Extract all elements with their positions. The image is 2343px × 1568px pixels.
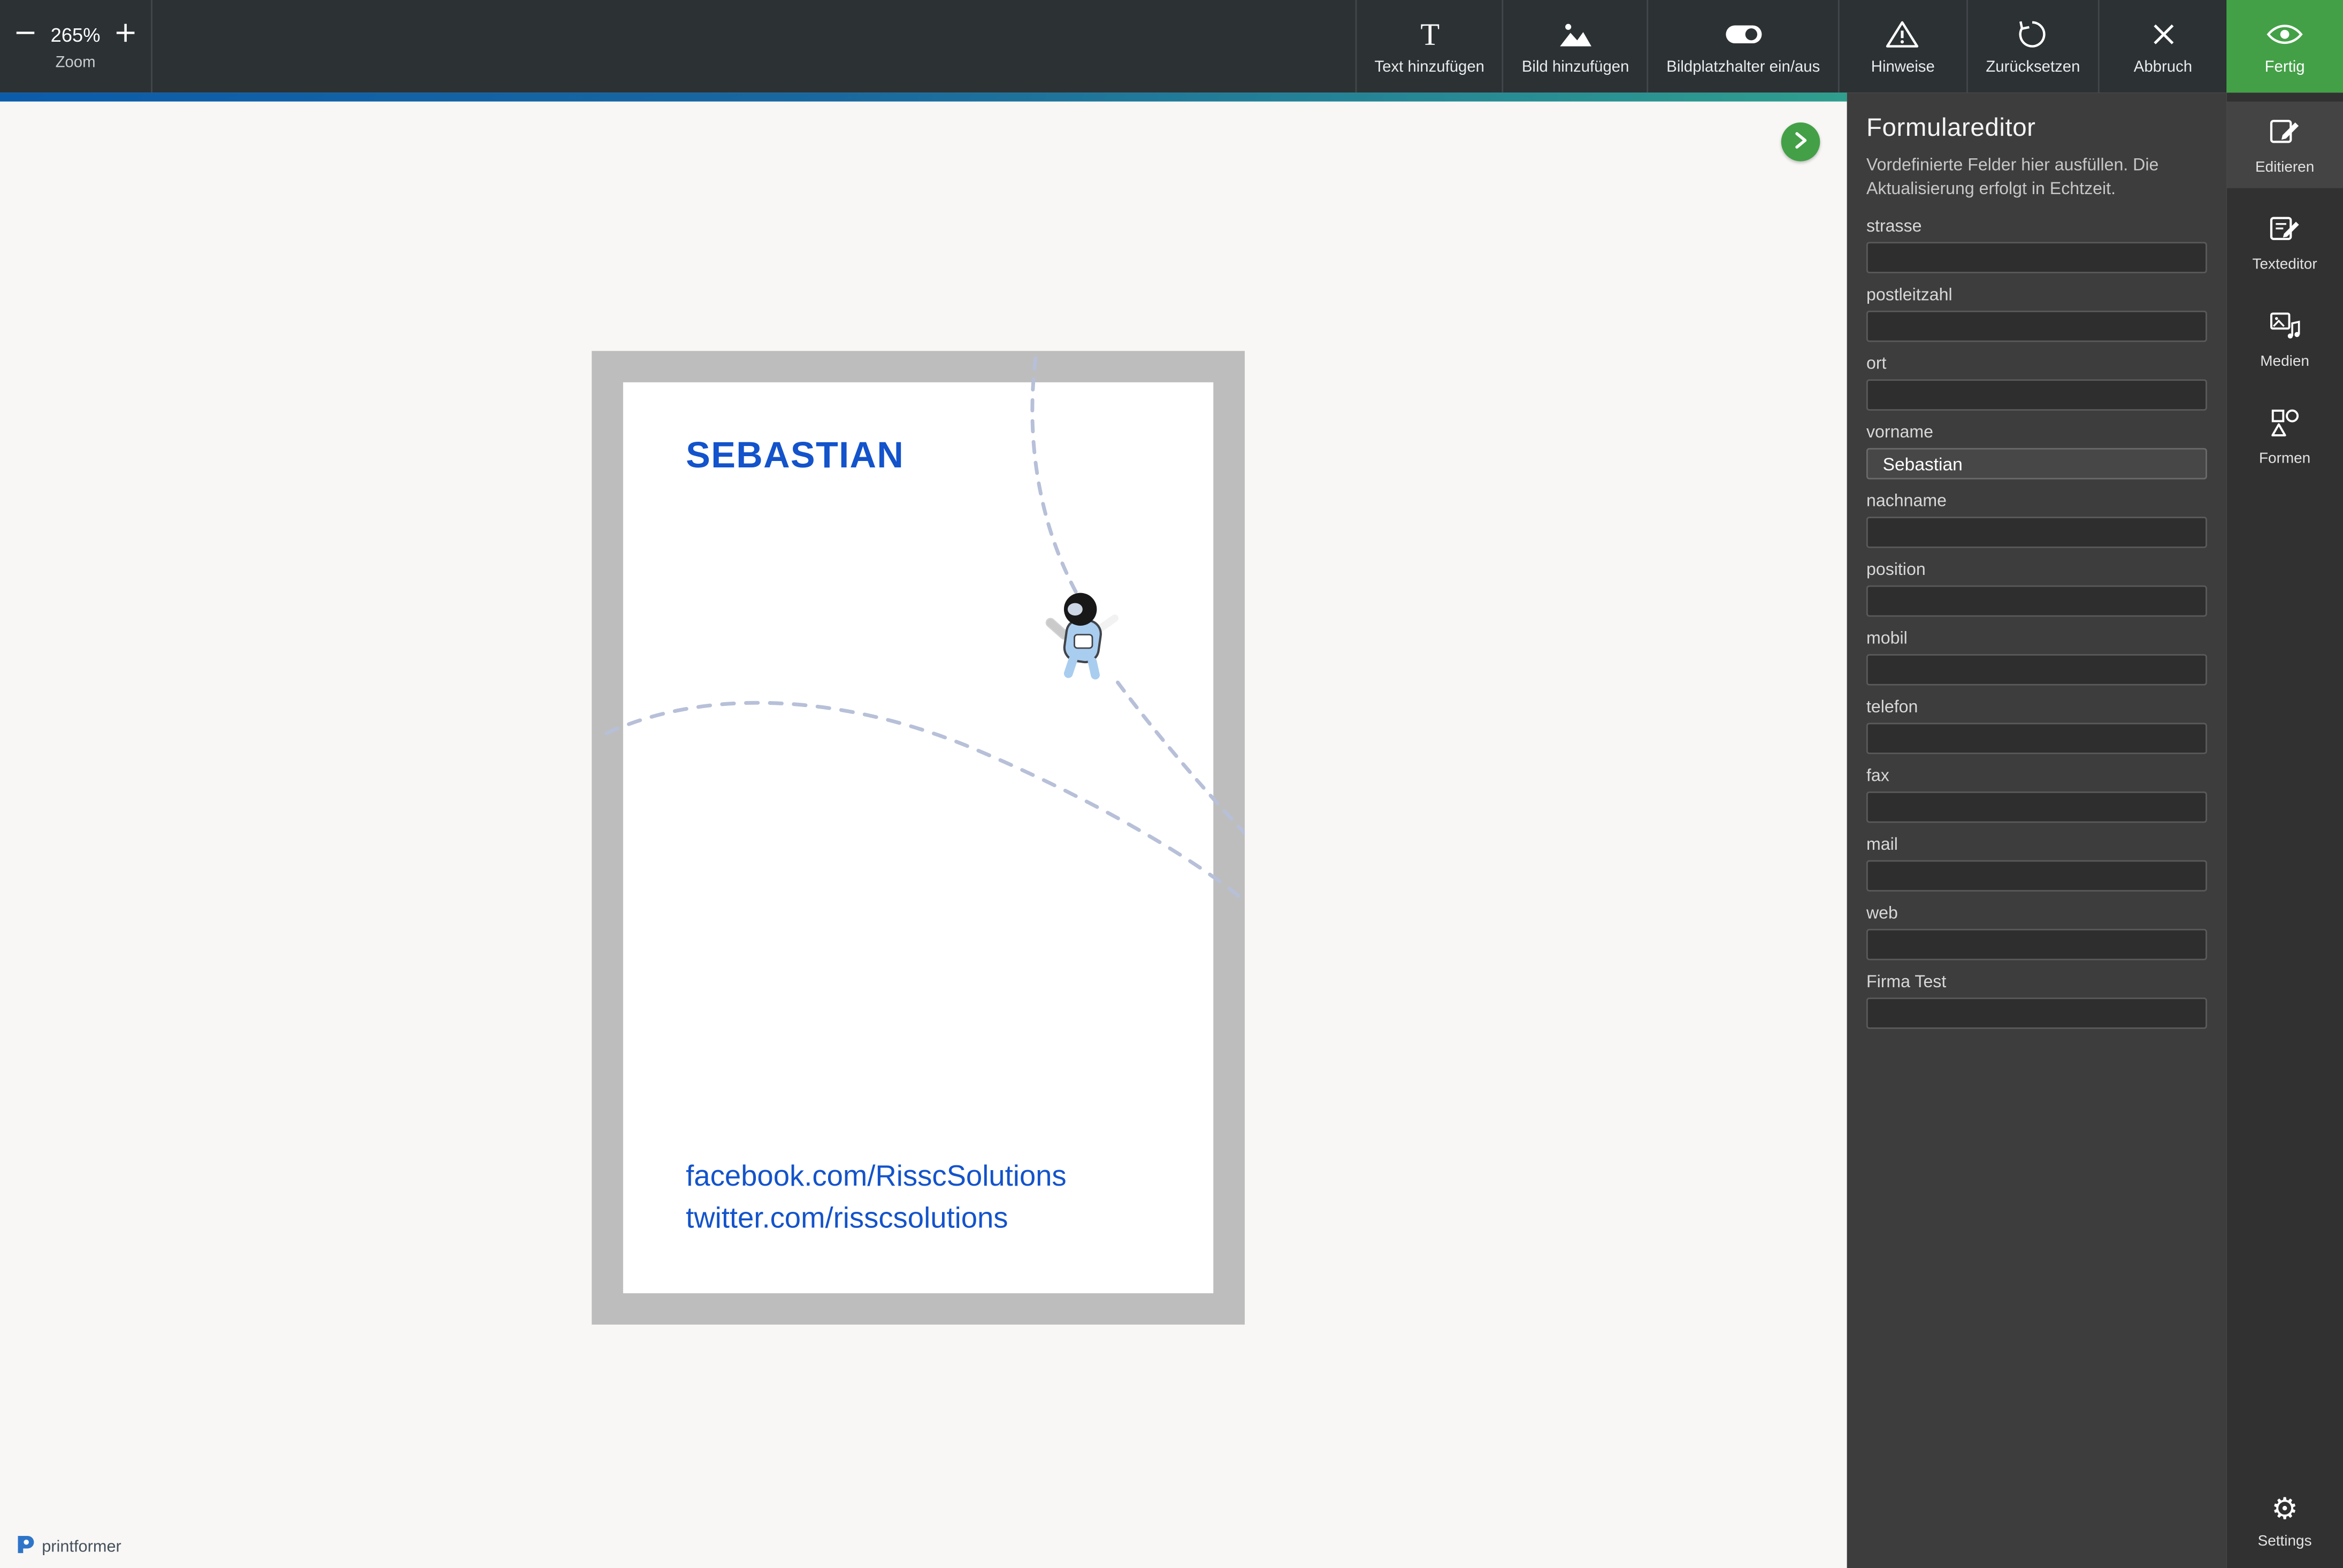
card-twitter-line[interactable]: twitter.com/risscsolutions	[686, 1198, 1066, 1240]
done-button[interactable]: Fertig	[2226, 0, 2343, 93]
form-field-vorname: vorname	[1866, 425, 2207, 480]
progress-gradient-bar	[0, 93, 1847, 102]
label-nachname: nachname	[1866, 493, 1947, 511]
label-vorname: vorname	[1866, 424, 1933, 443]
input-postleitzahl[interactable]	[1866, 311, 2207, 342]
panel-title: Formulareditor	[1866, 113, 2036, 142]
input-nachname[interactable]	[1866, 517, 2207, 549]
chevron-right-icon	[1793, 130, 1808, 153]
form-field-postleitzahl: postleitzahl	[1866, 287, 2207, 342]
card-facebook-line[interactable]: facebook.com/RisscSolutions	[686, 1156, 1066, 1197]
toggle-icon	[1724, 17, 1763, 50]
warning-triangle-icon	[1885, 17, 1921, 50]
add-text-button[interactable]: T Text hinzufügen	[1355, 0, 1502, 93]
form-field-fax: fax	[1866, 767, 2207, 824]
printformer-logo: printformer	[15, 1534, 121, 1559]
input-telefon[interactable]	[1866, 723, 2207, 755]
gear-icon: ⚙	[2271, 1493, 2299, 1526]
input-mail[interactable]	[1866, 860, 2207, 892]
text-icon: T	[1413, 17, 1446, 50]
panel-subtitle: Vordefinierte Felder hier ausfüllen. Die…	[1866, 157, 2159, 199]
panel-collapse-button[interactable]	[1781, 122, 1820, 162]
input-ort[interactable]	[1866, 379, 2207, 411]
reset-button[interactable]: Zurücksetzen	[1966, 0, 2098, 93]
text-edit-icon	[2268, 212, 2301, 250]
printformer-wordmark: printformer	[42, 1537, 121, 1556]
zoom-out-button[interactable]	[13, 21, 37, 49]
right-rail: Editieren Texteditor Medien Formen ⚙ Set…	[2226, 93, 2343, 1568]
form-field-mobil: mobil	[1866, 631, 2207, 686]
app-window: 265% Zoom T Text hinzufügen Bild hinzufü…	[0, 0, 2343, 1568]
input-firma-test[interactable]	[1866, 997, 2207, 1029]
media-icon	[2268, 309, 2301, 347]
close-icon	[2149, 17, 2176, 50]
input-fax[interactable]	[1866, 791, 2207, 824]
label-firma-test: Firma Test	[1866, 974, 1947, 992]
rail-item-formen[interactable]: Formen	[2226, 393, 2343, 479]
form-field-position: position	[1866, 562, 2207, 617]
form-field-telefon: telefon	[1866, 699, 2207, 755]
zoom-controls: 265% Zoom	[0, 0, 152, 93]
input-vorname[interactable]	[1866, 448, 2207, 480]
cancel-button[interactable]: Abbruch	[2097, 0, 2226, 93]
printformer-mark-icon	[15, 1534, 36, 1559]
card-social-links[interactable]: facebook.com/RisscSolutions twitter.com/…	[686, 1156, 1066, 1239]
rail-item-medien[interactable]: Medien	[2226, 296, 2343, 382]
edit-note-icon	[2268, 115, 2301, 152]
zoom-label: Zoom	[55, 53, 96, 72]
label-telefon: telefon	[1866, 699, 1918, 717]
hints-button[interactable]: Hinweise	[1837, 0, 1966, 93]
rail-item-texteditor[interactable]: Texteditor	[2226, 198, 2343, 285]
form-field-nachname: nachname	[1866, 493, 2207, 549]
form-field-web: web	[1866, 905, 2207, 961]
label-web: web	[1866, 905, 1898, 924]
form-field-firma-test: Firma Test	[1866, 974, 2207, 1029]
minus-icon	[13, 21, 37, 49]
label-mail: mail	[1866, 836, 1898, 855]
label-mobil: mobil	[1866, 630, 1908, 649]
plus-icon	[114, 21, 138, 49]
form-field-strasse: strasse	[1866, 218, 2207, 274]
zoom-value: 265%	[50, 24, 101, 47]
shapes-icon	[2268, 406, 2301, 444]
zoom-in-button[interactable]	[114, 21, 138, 49]
label-ort: ort	[1866, 356, 1887, 374]
add-image-button[interactable]: Bild hinzufügen	[1502, 0, 1647, 93]
settings-button[interactable]: ⚙ Settings	[2226, 1480, 2343, 1562]
top-toolbar: 265% Zoom T Text hinzufügen Bild hinzufü…	[0, 0, 2343, 93]
eye-icon	[2265, 17, 2304, 50]
label-fax: fax	[1866, 767, 1889, 786]
label-strasse: strasse	[1866, 218, 1922, 236]
label-position: position	[1866, 562, 1926, 580]
design-page[interactable]: SEBASTIAN facebook.com/RisscSolutions tw…	[623, 382, 1214, 1294]
rail-item-editieren[interactable]: Editieren	[2226, 101, 2343, 188]
artboard: SEBASTIAN facebook.com/RisscSolutions tw…	[592, 351, 1245, 1325]
card-name-text[interactable]: SEBASTIAN	[686, 436, 904, 478]
input-mobil[interactable]	[1866, 654, 2207, 686]
input-web[interactable]	[1866, 929, 2207, 961]
image-placeholder-toggle-button[interactable]: Bildplatzhalter ein/aus	[1647, 0, 1838, 93]
reset-circular-arrow-icon	[2017, 17, 2049, 50]
canvas-area: SEBASTIAN facebook.com/RisscSolutions tw…	[0, 101, 1847, 1568]
label-postleitzahl: postleitzahl	[1866, 287, 1953, 305]
image-icon	[1558, 17, 1594, 50]
form-field-mail: mail	[1866, 836, 2207, 892]
form-field-ort: ort	[1866, 356, 2207, 411]
form-editor-panel: Formulareditor Vordefinierte Felder hier…	[1847, 93, 2227, 1568]
input-position[interactable]	[1866, 586, 2207, 617]
input-strasse[interactable]	[1866, 242, 2207, 274]
svg-text:T: T	[1420, 17, 1439, 50]
